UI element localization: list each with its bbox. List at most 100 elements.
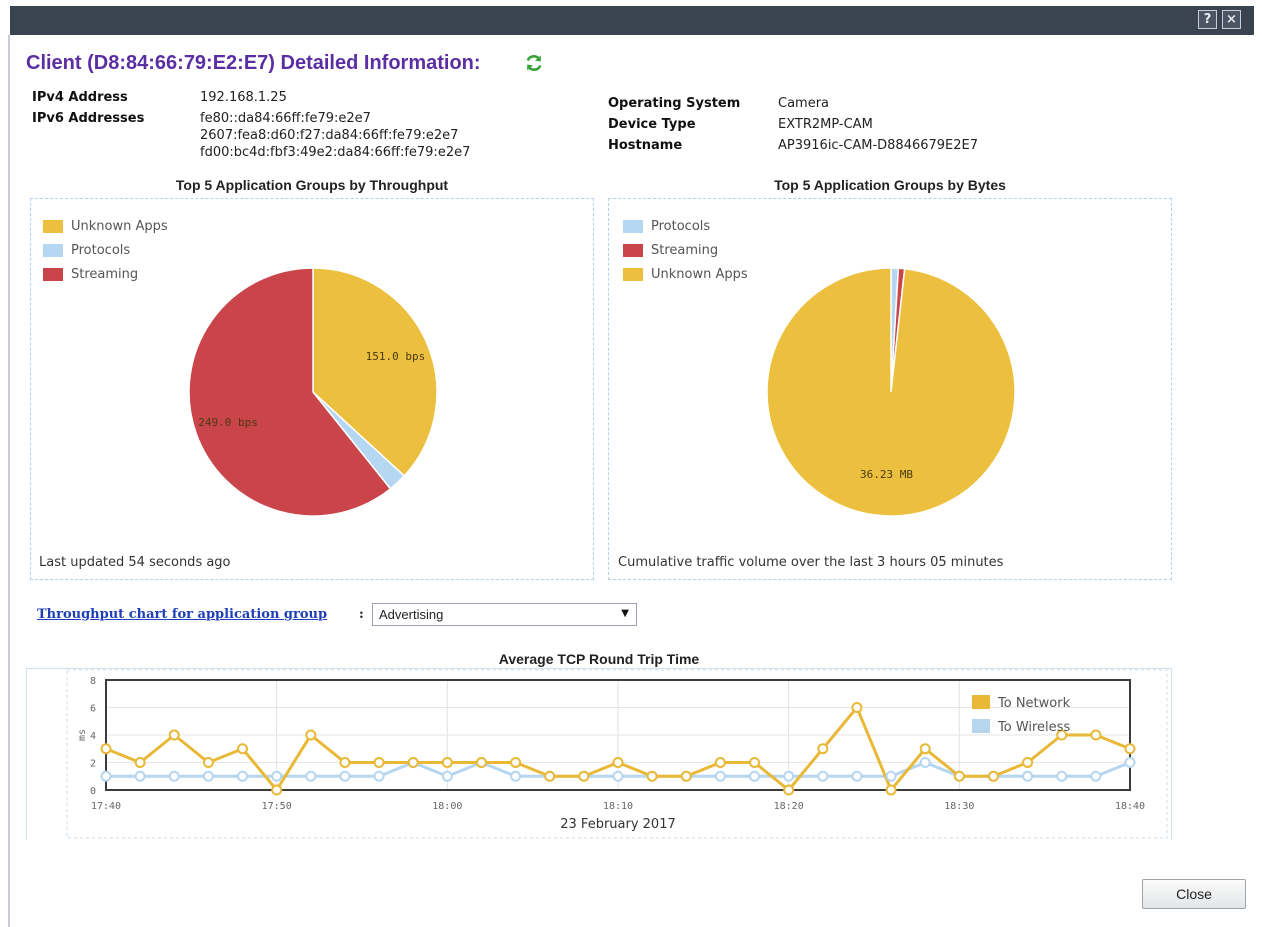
data-point[interactable]: [373, 757, 385, 768]
data-point[interactable]: [1056, 770, 1068, 782]
data-point[interactable]: [680, 770, 692, 782]
data-point[interactable]: [339, 770, 351, 782]
data-point[interactable]: [237, 743, 249, 755]
data-point[interactable]: [714, 770, 726, 782]
data-point[interactable]: [612, 770, 624, 782]
throughput-chart-link[interactable]: Throughput chart for application group: [37, 607, 327, 622]
data-point[interactable]: [373, 770, 385, 782]
data-point[interactable]: [749, 757, 761, 768]
throughput-chart-panel: Unknown Apps Protocols Streaming 151.0 b…: [30, 198, 594, 580]
pie-data-label: 151.0 bps: [366, 350, 426, 363]
data-point[interactable]: [1022, 770, 1034, 782]
y-tick-label: 4: [90, 731, 96, 742]
data-point[interactable]: [134, 757, 146, 768]
data-point[interactable]: [510, 757, 522, 768]
ipv6-label: IPv6 Addresses: [32, 111, 145, 126]
data-point[interactable]: [885, 784, 897, 796]
data-point[interactable]: [851, 770, 863, 782]
data-point[interactable]: [134, 770, 146, 782]
data-point[interactable]: [1124, 743, 1136, 755]
legend-swatch: [972, 695, 990, 709]
ipv4-value: 192.168.1.25: [200, 90, 287, 105]
bytes-chart-title: Top 5 Application Groups by Bytes: [774, 177, 1006, 193]
pie-data-label: 249.0 bps: [198, 416, 258, 429]
bytes-pie-chart: 36.23 MB: [766, 267, 1016, 517]
data-point[interactable]: [1124, 757, 1136, 768]
data-point[interactable]: [305, 770, 317, 782]
throughput-pie-chart: 151.0 bps 249.0 bps: [188, 267, 438, 517]
y-tick-label: 6: [90, 704, 96, 715]
data-point[interactable]: [919, 757, 931, 768]
device-type-label: Device Type: [608, 117, 696, 132]
data-point[interactable]: [1090, 770, 1102, 782]
data-point[interactable]: [919, 743, 931, 755]
dialog-border: [8, 35, 10, 927]
x-axis-label: 23 February 2017: [560, 817, 676, 832]
y-tick-label: 0: [90, 786, 96, 797]
data-point[interactable]: [475, 757, 487, 768]
x-tick-label: 18:10: [603, 801, 633, 812]
data-point[interactable]: [100, 743, 112, 755]
hostname-label: Hostname: [608, 138, 683, 153]
data-point[interactable]: [168, 729, 180, 741]
data-point[interactable]: [168, 770, 180, 782]
data-point[interactable]: [544, 770, 556, 782]
legend-label: To Network: [997, 696, 1071, 711]
data-point[interactable]: [817, 743, 829, 755]
x-tick-label: 18:20: [774, 801, 804, 812]
data-point[interactable]: [407, 757, 419, 768]
x-tick-label: 18:40: [1115, 801, 1145, 812]
application-group-select[interactable]: Advertising ▼: [372, 603, 637, 626]
pie-data-label: 36.23 MB: [860, 468, 913, 481]
ipv4-label: IPv4 Address: [32, 90, 128, 105]
data-point[interactable]: [646, 770, 658, 782]
data-point[interactable]: [749, 770, 761, 782]
data-point[interactable]: [817, 770, 829, 782]
data-point[interactable]: [1022, 757, 1034, 768]
rtt-chart-title: Average TCP Round Trip Time: [498, 651, 700, 667]
close-icon[interactable]: ×: [1222, 10, 1241, 29]
data-point[interactable]: [885, 770, 897, 782]
close-button[interactable]: Close: [1142, 879, 1246, 909]
legend-swatch: [972, 719, 990, 733]
legend-label: To Wireless: [997, 720, 1070, 735]
data-point[interactable]: [271, 770, 283, 782]
os-label: Operating System: [608, 96, 741, 111]
last-updated-text: Last updated 54 seconds ago: [39, 555, 231, 570]
data-point[interactable]: [578, 770, 590, 782]
data-point[interactable]: [202, 770, 214, 782]
data-point[interactable]: [441, 757, 453, 768]
x-tick-label: 18:30: [944, 801, 974, 812]
rtt-line-chart: 0 2 4 6 8 ms 17:40 17:50 18:00 18:10 18:20 18:30 18:…: [66, 669, 1168, 839]
data-point[interactable]: [271, 784, 283, 796]
page-title: Client (D8:84:66:79:E2:E7) Detailed Info…: [26, 52, 481, 74]
data-point[interactable]: [612, 757, 624, 768]
selector-colon: :: [359, 607, 364, 622]
y-tick-label: 8: [90, 676, 96, 687]
help-icon[interactable]: ?: [1198, 10, 1217, 29]
device-type-value: EXTR2MP-CAM: [778, 117, 873, 132]
data-point[interactable]: [783, 784, 795, 796]
bytes-chart-panel: Protocols Streaming Unknown Apps 36.23 M…: [608, 198, 1172, 580]
data-point[interactable]: [851, 702, 863, 713]
data-point[interactable]: [441, 770, 453, 782]
select-value: Advertising: [379, 607, 444, 622]
data-point[interactable]: [100, 770, 112, 782]
x-tick-label: 17:40: [91, 801, 121, 812]
data-point[interactable]: [305, 729, 317, 741]
data-point[interactable]: [237, 770, 249, 782]
dropdown-arrow-icon[interactable]: ▼: [621, 608, 629, 619]
data-point[interactable]: [1090, 729, 1102, 741]
refresh-icon[interactable]: [523, 52, 545, 78]
y-tick-label: 2: [90, 759, 96, 770]
data-point[interactable]: [714, 757, 726, 768]
data-point[interactable]: [953, 770, 965, 782]
data-point[interactable]: [987, 770, 999, 782]
y-axis-label: ms: [77, 729, 88, 741]
data-point[interactable]: [510, 770, 522, 782]
data-point[interactable]: [339, 757, 351, 768]
client-info-right: Operating System Camera Device Type EXTR…: [608, 96, 1128, 160]
dialog-titlebar: ? ×: [10, 6, 1254, 35]
data-point[interactable]: [783, 770, 795, 782]
data-point[interactable]: [202, 757, 214, 768]
